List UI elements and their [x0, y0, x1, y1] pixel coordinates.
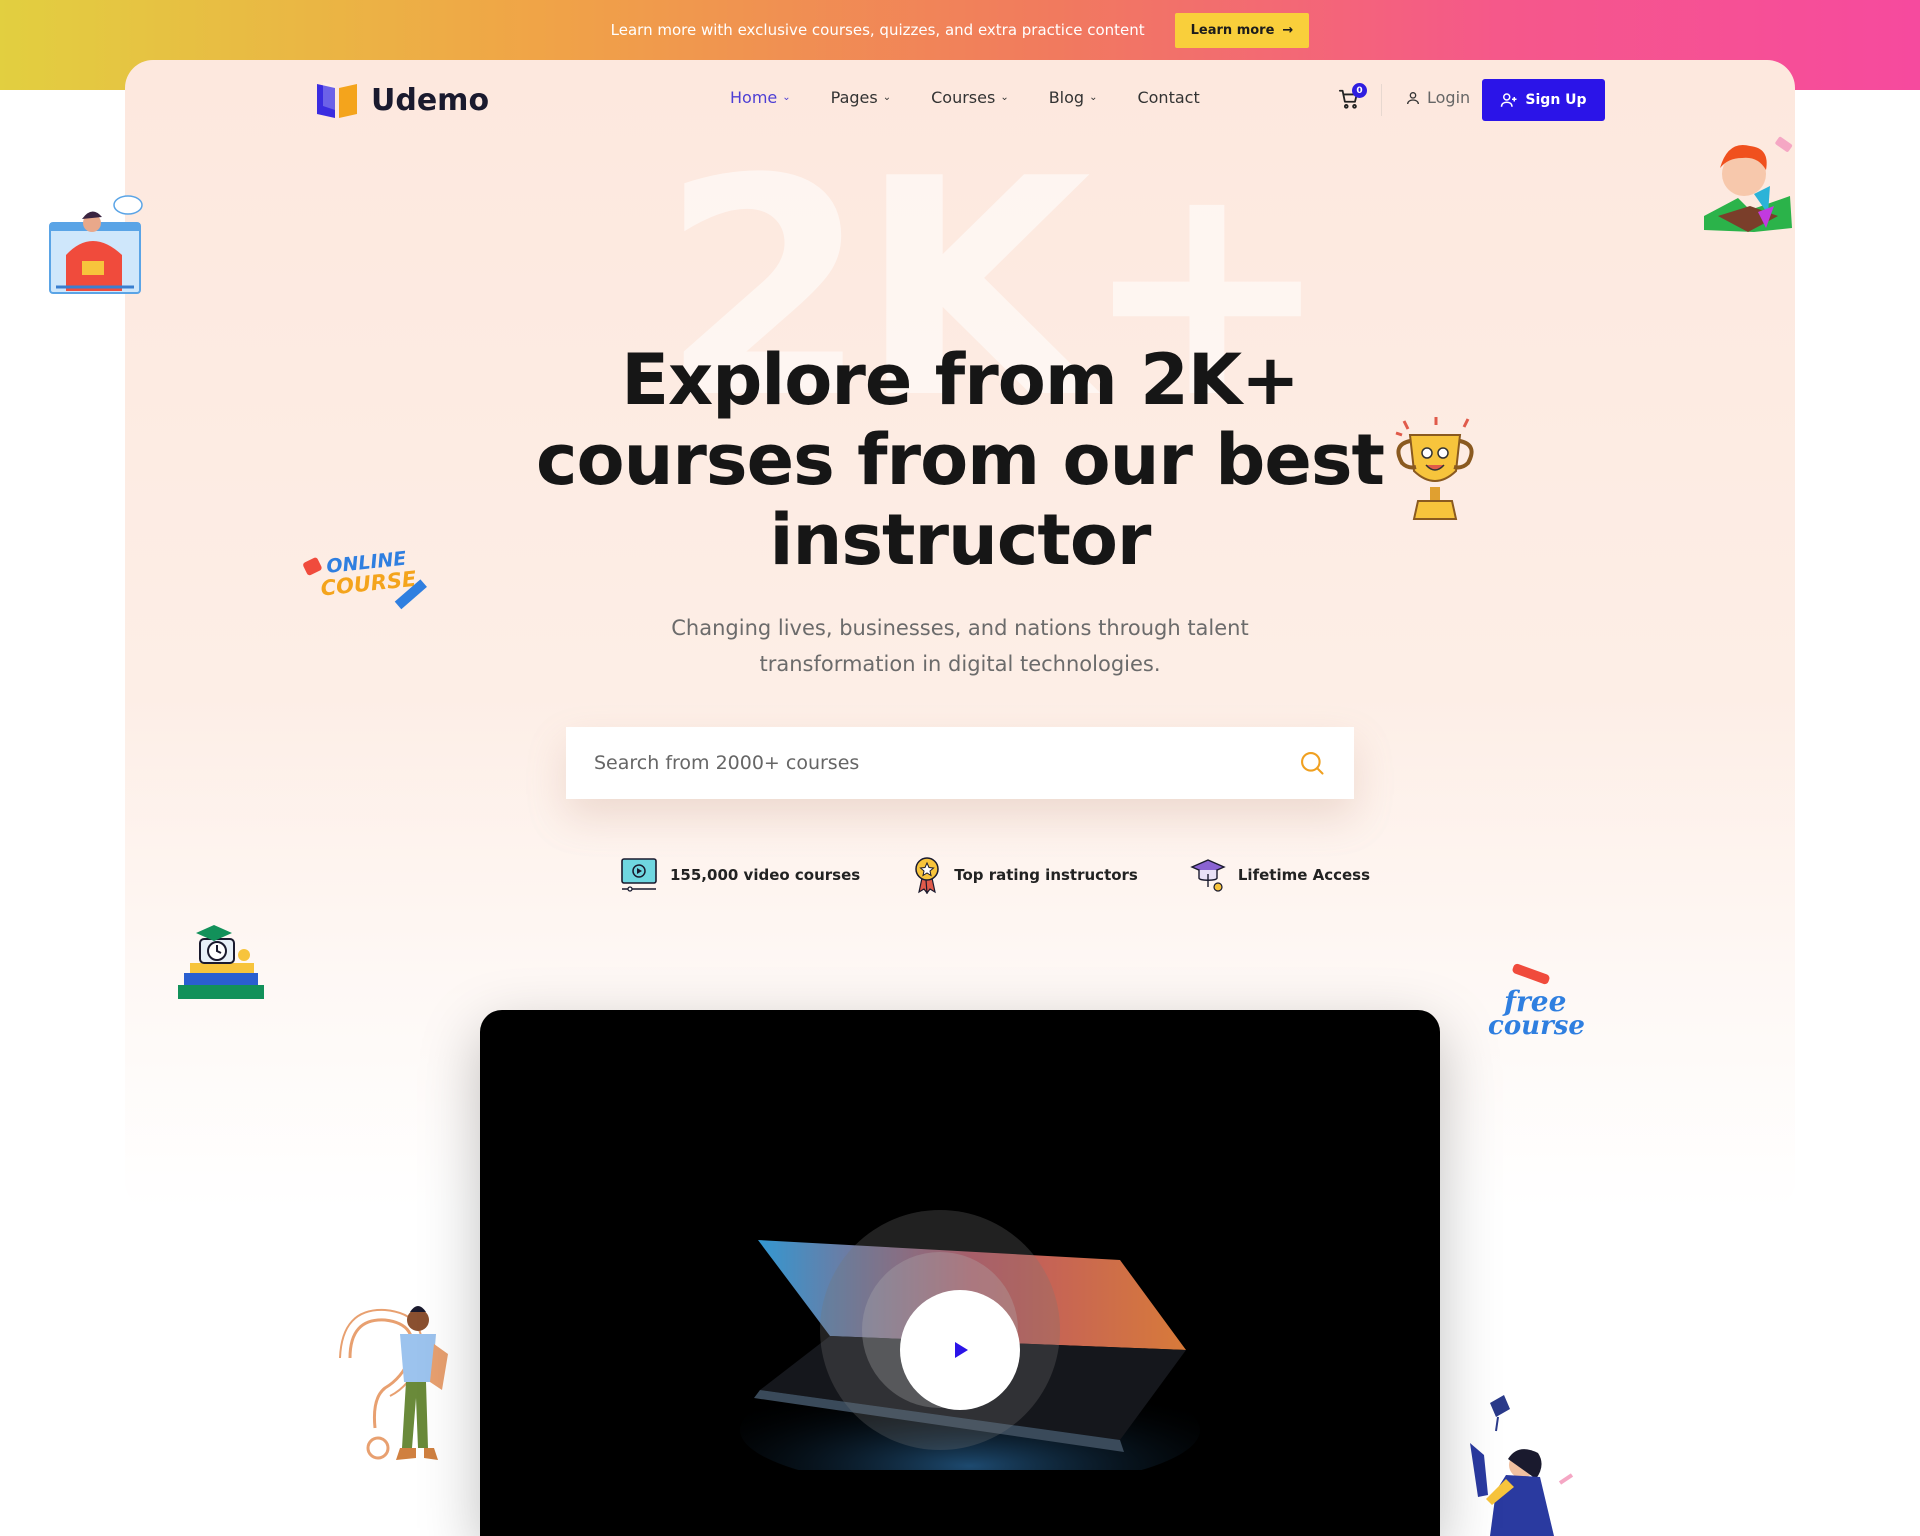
course-search-bar	[566, 727, 1354, 799]
arrow-right-icon: →	[1282, 22, 1294, 38]
sticker-star-icon	[302, 556, 323, 577]
logo-text: Udemo	[371, 82, 490, 118]
chevron-down-icon: ⌄	[1000, 92, 1009, 103]
play-icon	[955, 1342, 968, 1358]
video-icon	[621, 858, 657, 892]
cart-count-badge: 0	[1352, 83, 1367, 98]
hero-title: Explore from 2K+ courses from our best i…	[535, 339, 1385, 581]
header-divider	[1381, 84, 1382, 116]
nav-label: Blog	[1048, 88, 1085, 107]
user-plus-icon	[1501, 93, 1517, 107]
hero-subtitle: Changing lives, businesses, and nations …	[671, 616, 1249, 676]
feature-label: Lifetime Access	[1237, 866, 1371, 884]
learn-more-label: Learn more	[1190, 22, 1275, 38]
search-icon[interactable]	[1298, 749, 1326, 777]
free-course-sticker: free course	[1476, 962, 1586, 1045]
trophy-illustration	[1395, 417, 1474, 520]
cart-button[interactable]: 0	[1338, 83, 1367, 112]
nav-item-home[interactable]: Home ⌄	[730, 88, 791, 107]
nav-label: Home	[730, 88, 778, 107]
books-clock-illustration	[178, 925, 264, 999]
medal-icon	[915, 857, 939, 894]
nav-item-contact[interactable]: Contact	[1137, 88, 1199, 107]
online-course-sticker: ONLINE COURSE	[296, 533, 433, 624]
free-course-line-2: course	[1488, 1011, 1585, 1041]
teacher-screen-illustration	[49, 195, 143, 294]
login-link[interactable]: Login	[1405, 88, 1470, 107]
nav-item-pages[interactable]: Pages ⌄	[831, 88, 891, 107]
sign-up-button[interactable]: Sign Up	[1482, 79, 1605, 121]
logo[interactable]: Udemo	[313, 80, 489, 120]
chevron-down-icon: ⌄	[882, 92, 892, 103]
book-logo-icon	[317, 82, 357, 118]
chevron-down-icon: ⌄	[1089, 92, 1098, 103]
nav-item-courses[interactable]: Courses ⌄	[931, 88, 1009, 107]
feature-label: 155,000 video courses	[670, 866, 861, 884]
main-nav: Home ⌄ Pages ⌄ Courses ⌄ Blog ⌄ Contact	[730, 88, 1200, 107]
sticker-diploma-icon	[1511, 962, 1551, 986]
search-input[interactable]	[594, 752, 1298, 774]
feature-list: 155,000 video courses Top rating instruc…	[620, 856, 1370, 894]
boy-reading-illustration	[1704, 136, 1793, 232]
feature-item-top-instructors: Top rating instructors	[912, 856, 1138, 894]
chevron-down-icon: ⌄	[782, 92, 791, 103]
intro-video[interactable]	[480, 1010, 1440, 1536]
learn-more-button[interactable]: Learn more →	[1174, 12, 1310, 48]
feature-item-lifetime-access: Lifetime Access	[1190, 856, 1370, 894]
nav-label: Contact	[1137, 88, 1200, 107]
nav-item-blog[interactable]: Blog ⌄	[1049, 88, 1098, 107]
graduation-cap-icon	[1190, 859, 1226, 892]
user-icon	[1407, 91, 1419, 104]
nav-label: Pages	[830, 88, 878, 107]
play-button[interactable]	[900, 1290, 1020, 1410]
nav-label: Courses	[931, 88, 996, 107]
feature-item-video-courses: 155,000 video courses	[620, 856, 860, 894]
graduate-illustration	[1470, 1395, 1574, 1536]
sign-up-label: Sign Up	[1525, 92, 1587, 108]
feature-label: Top rating instructors	[954, 866, 1138, 884]
login-label: Login	[1427, 88, 1471, 107]
promo-text: Learn more with exclusive courses, quizz…	[610, 21, 1145, 39]
student-question-illustration	[339, 1306, 448, 1460]
